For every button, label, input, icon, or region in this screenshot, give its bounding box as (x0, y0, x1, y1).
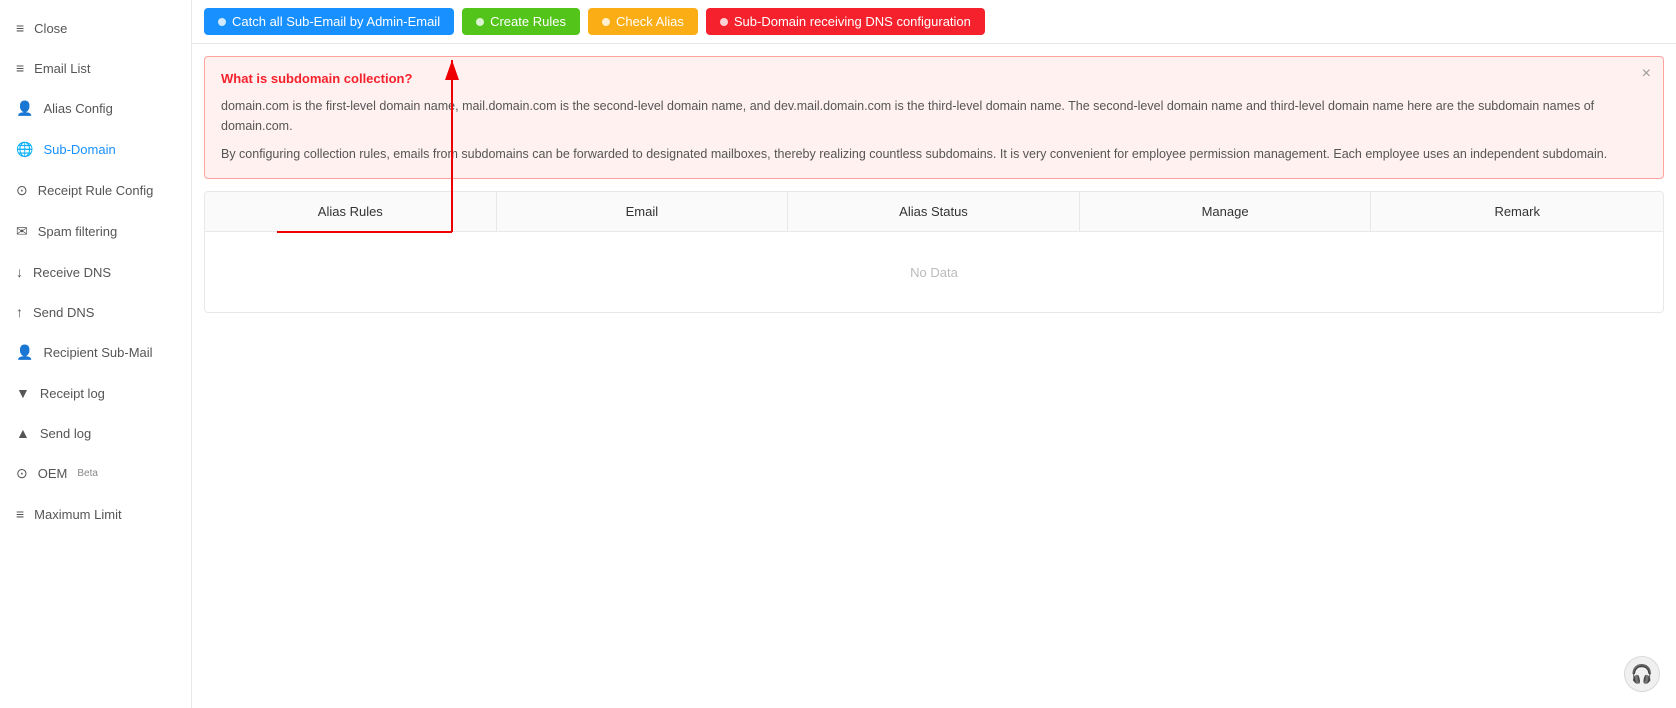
sub-domain-dns-label: Sub-Domain receiving DNS configuration (734, 14, 971, 29)
table-header-remark: Remark (1371, 192, 1663, 231)
spam-filtering-icon: ✉ (16, 223, 28, 240)
email-list-icon: ≡ (16, 60, 24, 76)
receipt-log-icon: ▼ (16, 385, 30, 401)
sidebar-item-sub-domain[interactable]: 🌐 Sub-Domain (0, 129, 191, 170)
close-icon: ≡ (16, 20, 24, 36)
sidebar-label-receipt-rule-config: Receipt Rule Config (38, 183, 154, 198)
info-title: What is subdomain collection? (221, 71, 1647, 86)
table-header-manage: Manage (1080, 192, 1372, 231)
sidebar-item-email-list[interactable]: ≡ Email List (0, 48, 191, 88)
close-info-button[interactable]: × (1642, 65, 1651, 83)
info-panel: × What is subdomain collection? domain.c… (204, 56, 1664, 179)
sidebar-label-maximum-limit: Maximum Limit (34, 507, 121, 522)
sidebar-label-email-list: Email List (34, 61, 90, 76)
toolbar: Catch all Sub-Email by Admin-Email Create… (192, 0, 1676, 44)
data-table: Alias RulesEmailAlias StatusManageRemark… (204, 191, 1664, 313)
send-dns-icon: ↑ (16, 304, 23, 320)
check-alias-dot-icon (602, 18, 610, 26)
oem-icon: ⊙ (16, 465, 28, 482)
info-paragraph-1: domain.com is the first-level domain nam… (221, 96, 1647, 136)
sub-domain-dns-dot-icon (720, 18, 728, 26)
sidebar-item-receive-dns[interactable]: ↓ Receive DNS (0, 252, 191, 292)
check-alias-button[interactable]: Check Alias (588, 8, 698, 35)
create-rules-dot-icon (476, 18, 484, 26)
receive-dns-icon: ↓ (16, 264, 23, 280)
receipt-rule-config-icon: ⊙ (16, 182, 28, 199)
create-rules-button[interactable]: Create Rules (462, 8, 580, 35)
sidebar: ≡ Close ≡ Email List 👤 Alias Config 🌐 Sub-Domai… (0, 0, 192, 708)
sidebar-item-send-log[interactable]: ▲ Send log (0, 413, 191, 453)
sidebar-item-oem[interactable]: ⊙ OEM Beta (0, 453, 191, 494)
sidebar-item-receipt-log[interactable]: ▼ Receipt log (0, 373, 191, 413)
table-header-alias-status: Alias Status (788, 192, 1080, 231)
info-paragraph-2: By configuring collection rules, emails … (221, 144, 1647, 164)
beta-badge: Beta (77, 468, 98, 479)
no-data-text: No Data (910, 265, 958, 280)
sidebar-item-recipient-sub-mail[interactable]: 👤 Recipient Sub-Mail (0, 332, 191, 373)
table-header-alias-rules: Alias Rules (205, 192, 497, 231)
sidebar-item-spam-filtering[interactable]: ✉ Spam filtering (0, 211, 191, 252)
main-content: Catch all Sub-Email by Admin-Email Create… (192, 0, 1676, 708)
sidebar-label-receipt-log: Receipt log (40, 386, 105, 401)
sidebar-label-spam-filtering: Spam filtering (38, 224, 117, 239)
sidebar-label-sub-domain: Sub-Domain (43, 142, 115, 157)
support-button[interactable]: 🎧 (1624, 656, 1660, 692)
sidebar-label-send-dns: Send DNS (33, 305, 94, 320)
catch-all-button[interactable]: Catch all Sub-Email by Admin-Email (204, 8, 454, 35)
table-body: No Data (205, 232, 1663, 312)
sidebar-label-recipient-sub-mail: Recipient Sub-Mail (43, 345, 152, 360)
create-rules-label: Create Rules (490, 14, 566, 29)
table-header: Alias RulesEmailAlias StatusManageRemark (205, 192, 1663, 232)
sidebar-item-maximum-limit[interactable]: ≡ Maximum Limit (0, 494, 191, 534)
sidebar-label-receive-dns: Receive DNS (33, 265, 111, 280)
send-log-icon: ▲ (16, 425, 30, 441)
sidebar-label-oem: OEM (38, 466, 68, 481)
maximum-limit-icon: ≡ (16, 506, 24, 522)
check-alias-label: Check Alias (616, 14, 684, 29)
sidebar-item-send-dns[interactable]: ↑ Send DNS (0, 292, 191, 332)
sidebar-label-close: Close (34, 21, 67, 36)
catch-all-label: Catch all Sub-Email by Admin-Email (232, 14, 440, 29)
sidebar-label-alias-config: Alias Config (43, 101, 112, 116)
table-header-email: Email (497, 192, 789, 231)
sidebar-item-alias-config[interactable]: 👤 Alias Config (0, 88, 191, 129)
headset-icon: 🎧 (1631, 664, 1653, 685)
sidebar-label-send-log: Send log (40, 426, 91, 441)
sidebar-item-close[interactable]: ≡ Close (0, 8, 191, 48)
catch-all-dot-icon (218, 18, 226, 26)
sub-domain-dns-button[interactable]: Sub-Domain receiving DNS configuration (706, 8, 985, 35)
alias-config-icon: 👤 (16, 100, 33, 117)
sidebar-item-receipt-rule-config[interactable]: ⊙ Receipt Rule Config (0, 170, 191, 211)
recipient-sub-mail-icon: 👤 (16, 344, 33, 361)
sub-domain-icon: 🌐 (16, 141, 33, 158)
